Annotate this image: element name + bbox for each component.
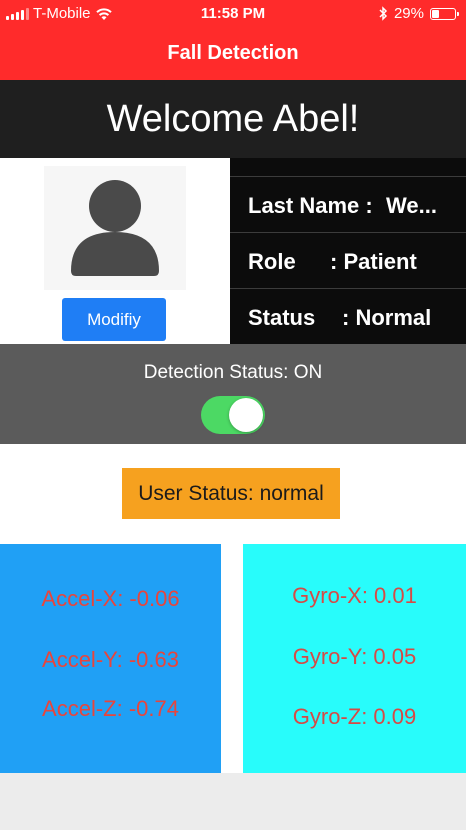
welcome-banner: Welcome Abel! bbox=[0, 80, 466, 158]
gyroscope-panel: Gyro-X: 0.01 Gyro-Y: 0.05 Gyro-Z: 0.09 bbox=[243, 544, 466, 773]
gyro-x-reading: Gyro-X: 0.01 bbox=[292, 583, 417, 608]
bottom-area bbox=[0, 773, 466, 830]
battery-fill bbox=[432, 9, 439, 18]
battery-icon bbox=[430, 7, 459, 20]
detection-section: Detection Status: ON bbox=[0, 344, 466, 444]
profile-card: Modifiy bbox=[0, 158, 230, 344]
accel-z-reading: Accel-Z: -0.74 bbox=[42, 696, 179, 721]
last-name-value: We... bbox=[386, 193, 437, 218]
nav-bar: Fall Detection bbox=[0, 28, 466, 80]
avatar bbox=[44, 166, 186, 290]
detection-status-label: Detection Status: ON bbox=[143, 362, 323, 383]
gyro-y-reading: Gyro-Y: 0.05 bbox=[292, 644, 417, 669]
status-label: Status bbox=[248, 305, 316, 330]
status-value: : Normal bbox=[342, 305, 432, 330]
user-status-badge: User Status: normal bbox=[122, 468, 340, 519]
gyro-z-reading: Gyro-Z: 0.09 bbox=[292, 704, 417, 729]
user-avatar-icon bbox=[71, 180, 159, 276]
bluetooth-icon bbox=[379, 6, 388, 21]
last-name-label: Last Name : bbox=[248, 193, 373, 218]
battery-percent: 29% bbox=[393, 5, 424, 22]
panel-divider bbox=[221, 544, 243, 773]
status-bar: T-Mobile 11:58 PM 29% bbox=[0, 0, 466, 28]
role-label: Role bbox=[248, 249, 296, 274]
accelerometer-panel: Accel-X: -0.06 Accel-Y: -0.63 Accel-Z: -… bbox=[0, 544, 221, 773]
profile-info-panel: Last Name : We... Role : Patient Status … bbox=[230, 158, 466, 344]
accel-x-reading: Accel-X: -0.06 bbox=[41, 586, 180, 611]
toggle-knob bbox=[229, 398, 263, 432]
detection-toggle[interactable] bbox=[201, 396, 265, 434]
role-value: : Patient bbox=[330, 249, 417, 274]
info-row-status: Status : Normal bbox=[230, 288, 466, 345]
accel-y-reading: Accel-Y: -0.63 bbox=[42, 647, 179, 672]
info-row-last-name: Last Name : We... bbox=[230, 176, 466, 233]
nav-title: Fall Detection bbox=[167, 42, 299, 64]
user-status-area: User Status: normal bbox=[0, 444, 466, 544]
modify-button[interactable]: Modifiy bbox=[62, 298, 166, 341]
info-row-role: Role : Patient bbox=[230, 232, 466, 289]
status-bar-right: 29% bbox=[378, 5, 459, 22]
welcome-text: Welcome Abel! bbox=[106, 98, 360, 140]
